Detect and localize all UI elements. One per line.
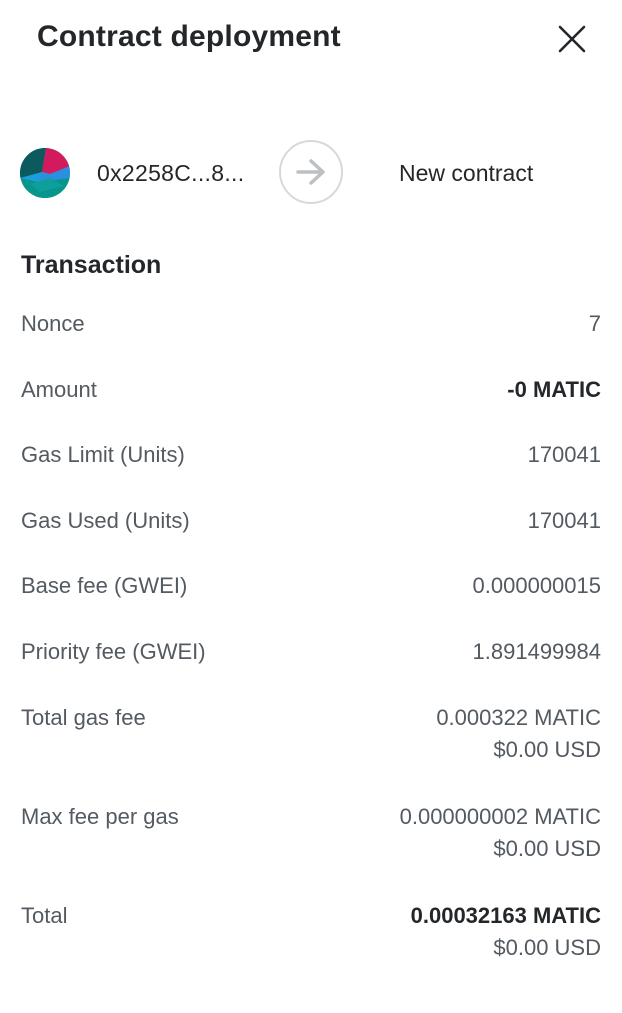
row-label: Gas Limit (Units) xyxy=(21,442,185,467)
row-label: Total xyxy=(21,903,68,928)
arrow-right-icon xyxy=(279,140,343,204)
to-label: New contract xyxy=(399,160,534,186)
row-value: 0.000000002 MATIC $0.00 USD xyxy=(400,801,601,865)
row-value: 0.000322 MATIC $0.00 USD xyxy=(436,702,601,766)
value-matic: 0.00032163 MATIC xyxy=(410,903,601,928)
row-value: 1.891499984 xyxy=(472,639,601,664)
value-usd: $0.00 USD xyxy=(493,836,601,861)
sender-recipient: 0x2258C...8... New contract xyxy=(0,140,622,206)
section-title-transaction: Transaction xyxy=(21,251,162,279)
value-matic: 0.000322 MATIC xyxy=(436,705,601,730)
row-label: Total gas fee xyxy=(21,705,146,730)
row-label: Gas Used (Units) xyxy=(21,508,190,533)
account-avatar-icon[interactable] xyxy=(20,148,70,198)
row-label: Amount xyxy=(21,377,97,402)
row-label: Max fee per gas xyxy=(21,804,179,829)
row-label: Base fee (GWEI) xyxy=(21,573,188,598)
row-value: 7 xyxy=(588,311,601,336)
value-matic: 0.000000002 MATIC xyxy=(399,804,601,829)
row-value: 170041 xyxy=(527,442,601,467)
header: Contract deployment xyxy=(0,0,622,80)
row-value: 0.00032163 MATIC $0.00 USD xyxy=(411,900,601,964)
row-value: -0 MATIC xyxy=(507,377,601,402)
value-usd: $0.00 USD xyxy=(493,935,601,960)
page-title: Contract deployment xyxy=(37,20,341,53)
row-label: Priority fee (GWEI) xyxy=(21,639,206,664)
row-label: Nonce xyxy=(21,311,85,336)
close-button[interactable] xyxy=(553,20,591,58)
close-icon xyxy=(558,25,586,53)
from-address[interactable]: 0x2258C...8... xyxy=(97,160,244,187)
row-value: 0.000000015 xyxy=(472,573,601,598)
row-value: 170041 xyxy=(527,508,601,533)
value-usd: $0.00 USD xyxy=(493,737,601,762)
